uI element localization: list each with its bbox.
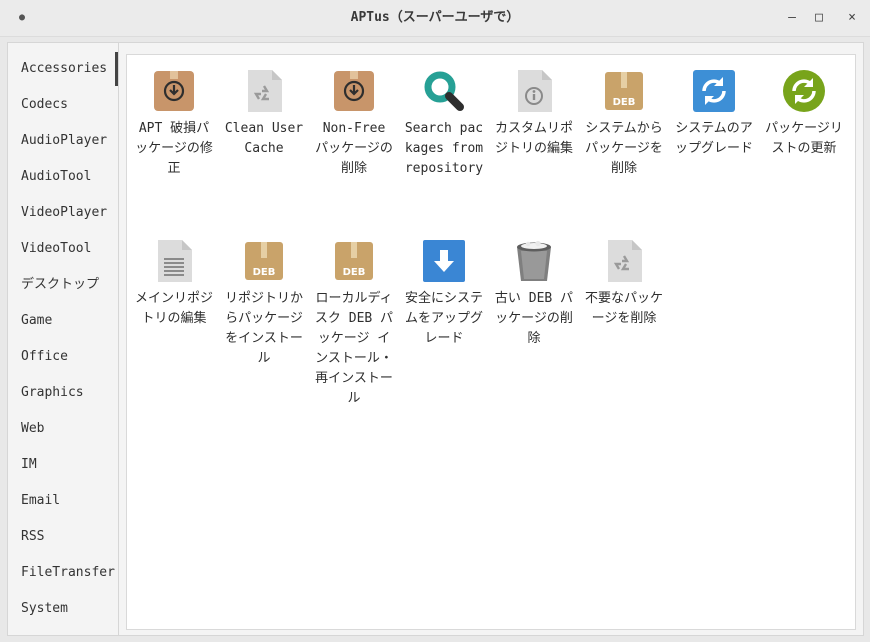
text-file-icon (152, 239, 196, 283)
app-search-packages[interactable]: Search packages from repository (399, 69, 489, 179)
sidebar-item-videotool[interactable]: VideoTool (21, 239, 91, 259)
app-label: ローカルディスク DEB パッケージ インストール・再インストール (314, 291, 394, 406)
app-system-upgrade[interactable]: システムのアップグレード (669, 69, 759, 159)
svg-text:DEB: DEB (343, 267, 366, 278)
sidebar-item-accessories[interactable]: Accessories (21, 59, 107, 79)
recycle-file-icon (602, 239, 646, 283)
svg-text:DEB: DEB (253, 267, 276, 278)
app-safe-upgrade[interactable]: 安全にシステムをアップグレード (399, 239, 489, 349)
app-remove-system-package[interactable]: DEB システムからパッケージを削除 (579, 69, 669, 179)
app-remove-old-deb[interactable]: 古い DEB パッケージの削除 (489, 239, 579, 349)
package-download-icon (152, 69, 196, 113)
blue-refresh-icon (692, 69, 736, 113)
green-refresh-icon (782, 69, 826, 113)
app-label: パッケージリストの更新 (765, 121, 843, 156)
app-remove-non-free[interactable]: Non-Free パッケージの削除 (309, 69, 399, 179)
download-arrow-icon (422, 239, 466, 283)
app-grid: APT 破損パッケージの修正 Clean User Cache Non-Free… (126, 54, 856, 630)
app-label: Clean User Cache (224, 121, 304, 156)
app-label: システムのアップグレード (674, 121, 753, 156)
info-file-icon (512, 69, 556, 113)
app-local-deb-install[interactable]: DEB ローカルディスク DEB パッケージ インストール・再インストール (309, 239, 399, 409)
app-label: メインリポジトリの編集 (134, 291, 213, 326)
sidebar-item-system[interactable]: System (21, 599, 68, 619)
title-bar: ● APTus（スーパーユーザで） – □ × (0, 0, 870, 37)
sidebar-item-audioplayer[interactable]: AudioPlayer (21, 131, 107, 151)
app-label: Search packages from repository (404, 121, 484, 176)
deb-package-icon: DEB (332, 239, 376, 283)
app-update-package-list[interactable]: パッケージリストの更新 (759, 69, 849, 159)
maximize-button[interactable]: □ (810, 9, 828, 27)
app-label: 古い DEB パッケージの削除 (494, 291, 574, 346)
sidebar-item-email[interactable]: Email (21, 491, 60, 511)
app-edit-main-repos[interactable]: メインリポジトリの編集 (129, 239, 219, 329)
recycle-file-icon (242, 69, 286, 113)
app-apt-fix-broken[interactable]: APT 破損パッケージの修正 (129, 69, 219, 179)
package-download-icon (332, 69, 376, 113)
sidebar-item-game[interactable]: Game (21, 311, 52, 331)
app-label: Non-Free パッケージの削除 (315, 121, 393, 176)
deb-package-icon: DEB (242, 239, 286, 283)
app-label: システムからパッケージを削除 (585, 121, 663, 176)
deb-package-icon: DEB (602, 69, 646, 113)
sidebar-item-filetransfer[interactable]: FileTransfer (21, 563, 115, 583)
sidebar-item-web[interactable]: Web (21, 419, 44, 439)
close-button[interactable]: × (843, 9, 861, 27)
minimize-button[interactable]: – (783, 9, 801, 27)
app-label: カスタムリポジトリの編集 (494, 121, 573, 156)
sidebar-item-rss[interactable]: RSS (21, 527, 44, 547)
sidebar-item-im[interactable]: IM (21, 455, 37, 475)
window-title: APTus（スーパーユーザで） (350, 10, 520, 25)
category-sidebar: Accessories Codecs AudioPlayer AudioTool… (7, 42, 119, 636)
svg-text:DEB: DEB (613, 97, 636, 108)
sidebar-item-audiotool[interactable]: AudioTool (21, 167, 91, 187)
sidebar-item-graphics[interactable]: Graphics (21, 383, 84, 403)
search-icon (422, 69, 466, 113)
sidebar-item-videoplayer[interactable]: VideoPlayer (21, 203, 107, 223)
app-area: APT 破損パッケージの修正 Clean User Cache Non-Free… (118, 42, 864, 636)
app-label: 安全にシステムをアップグレード (404, 291, 483, 346)
app-label: APT 破損パッケージの修正 (135, 121, 213, 176)
sidebar-item-office[interactable]: Office (21, 347, 68, 367)
app-label: リポジトリからパッケージをインストール (224, 291, 303, 366)
app-clean-user-cache[interactable]: Clean User Cache (219, 69, 309, 159)
app-edit-custom-repos[interactable]: カスタムリポジトリの編集 (489, 69, 579, 159)
sidebar-item-codecs[interactable]: Codecs (21, 95, 68, 115)
trash-bin-icon (512, 239, 556, 283)
app-remove-unneeded[interactable]: 不要なパッケージを削除 (579, 239, 669, 329)
app-install-from-repo[interactable]: DEB リポジトリからパッケージをインストール (219, 239, 309, 369)
app-label: 不要なパッケージを削除 (584, 291, 663, 326)
sidebar-item-desktop[interactable]: デスクトップ (21, 275, 99, 295)
